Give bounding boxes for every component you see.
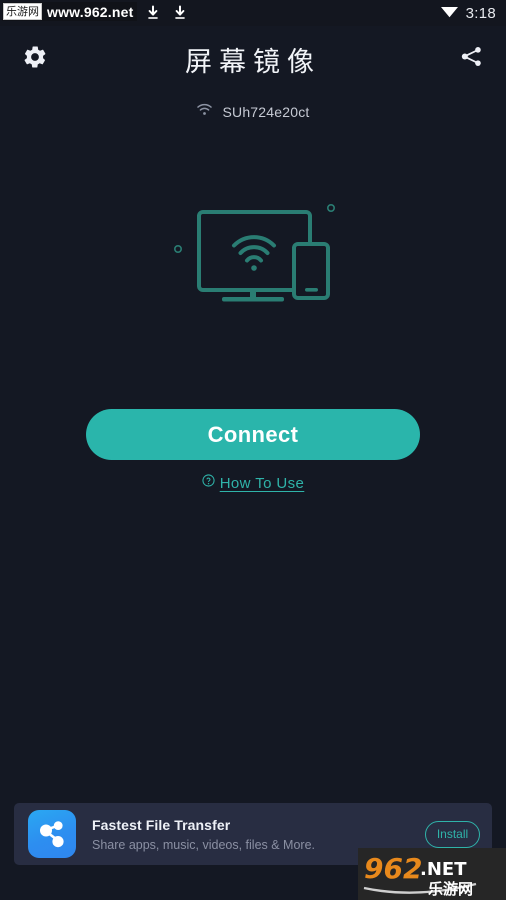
watermark-tld: .NET [420,859,467,880]
watermark-bottom: 962 .NET 乐游网 [358,848,506,900]
share-button[interactable] [454,42,488,76]
watermark-badge-label: 乐游网 [3,3,42,20]
app-screen: 3:18 乐游网 www.962.net 屏幕镜像 SUh724e20ct Co… [0,0,506,900]
connect-button[interactable]: Connect [86,409,420,460]
question-circle-icon [202,474,215,492]
ssid-label: SUh724e20ct [222,104,310,120]
ad-title: Fastest File Transfer [92,816,231,833]
gear-icon [22,44,48,75]
install-button[interactable]: Install [425,820,480,848]
decorative-circle [326,204,335,213]
download-icon [172,5,188,21]
watermark-cn: 乐游网 [428,880,473,898]
app-bar: 屏幕镜像 [0,26,506,92]
watermark-url-label: www.962.net [47,3,134,20]
phone-icon [292,242,330,300]
status-bar-right: 3:18 [440,3,496,23]
watermark-number: 962 [364,852,422,885]
how-to-use-link[interactable]: How To Use [0,474,506,492]
wifi-icon [196,103,213,121]
wifi-icon [232,235,276,271]
screen-mirroring-illustration [0,190,506,320]
watermark-top: 乐游网 www.962.net [2,2,137,21]
share-app-icon [28,810,76,858]
page-title: 屏幕镜像 [185,46,321,78]
ad-text-block: Fastest File Transfer Share apps, music,… [92,817,425,852]
settings-button[interactable] [18,42,52,76]
how-to-use-label: How To Use [219,474,305,492]
wifi-icon [440,3,459,23]
decorative-circle [174,244,183,253]
download-icon [145,5,161,21]
status-bar-clock: 3:18 [465,4,496,22]
share-icon [459,44,484,74]
connected-network-row: SUh724e20ct [0,103,506,121]
